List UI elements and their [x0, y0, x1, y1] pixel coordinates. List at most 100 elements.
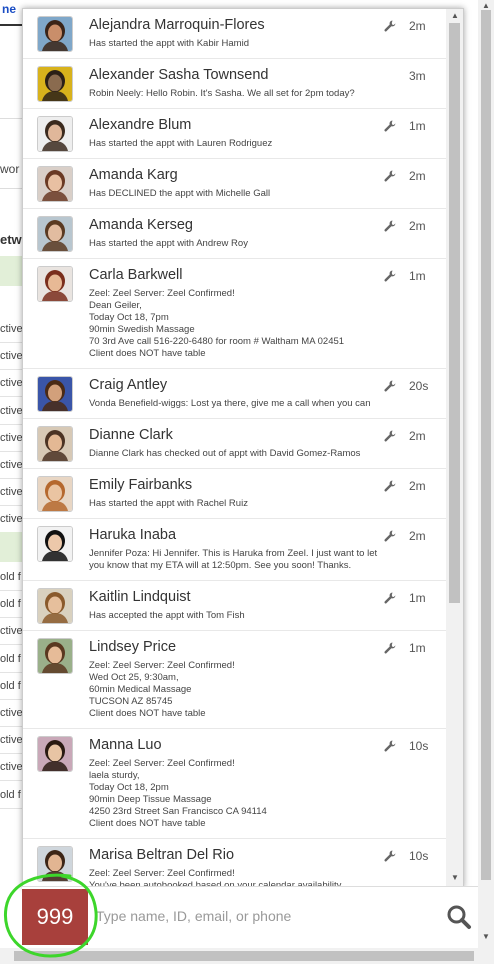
avatar[interactable]: [37, 846, 73, 882]
contact-name: Carla Barkwell: [89, 267, 183, 283]
search-icon[interactable]: [446, 904, 472, 930]
conversation-item[interactable]: Marisa Beltran Del Rio Zeel: Zeel Server:…: [23, 839, 447, 887]
conversation-item[interactable]: Alejandra Marroquin-Flores Has started th…: [23, 9, 447, 59]
background-table-row: ctive: [0, 700, 22, 727]
panel-scrollbar[interactable]: ▲ ▼: [446, 9, 463, 887]
message-line: Today Oct 18, 2pm: [89, 782, 169, 793]
conversation-item[interactable]: Haruka Inaba Jennifer Poza: Hi Jennifer. …: [23, 519, 447, 581]
background-row-status: old f: [0, 788, 21, 801]
conversation-item[interactable]: Lindsey Price Zeel: Zeel Server: Zeel Con…: [23, 631, 447, 729]
timestamp: 2m: [409, 529, 426, 543]
message-line: 70 3rd Ave call 516-220-6480 for room # …: [89, 336, 345, 347]
message-line: Zeel: Zeel Server: Zeel Confirmed!: [89, 288, 235, 299]
wrench-icon[interactable]: [383, 849, 397, 863]
scroll-up-arrow-icon[interactable]: ▲: [482, 1, 490, 10]
page-horizontal-scrollbar[interactable]: [0, 948, 494, 964]
avatar[interactable]: [37, 638, 73, 674]
wrench-icon[interactable]: [383, 429, 397, 443]
message-preview: Zeel: Zeel Server: Zeel Confirmed! Dean G…: [89, 288, 389, 360]
scroll-up-arrow-icon[interactable]: ▲: [451, 11, 459, 20]
timestamp: 2m: [409, 19, 426, 33]
background-link[interactable]: ne: [2, 2, 16, 16]
wrench-icon[interactable]: [383, 739, 397, 753]
scroll-down-arrow-icon[interactable]: ▼: [451, 873, 459, 882]
wrench-icon[interactable]: [383, 379, 397, 393]
message-line: Zeel: Zeel Server: Zeel Confirmed!: [89, 660, 235, 671]
background-table-row: ctive: [0, 479, 22, 507]
timestamp: 20s: [409, 379, 429, 393]
scrollbar-thumb[interactable]: [14, 951, 474, 961]
contact-name: Manna Luo: [89, 737, 162, 753]
background-table-row: ctive: [0, 754, 22, 782]
message-line: Client does NOT have table: [89, 708, 206, 719]
wrench-icon[interactable]: [383, 641, 397, 655]
avatar[interactable]: [37, 216, 73, 252]
message-preview: Has started the appt with Rachel Ruiz: [89, 498, 389, 510]
message-preview: Has started the appt with Kabir Hamid: [89, 38, 389, 50]
timestamp: 2m: [409, 479, 426, 493]
search-input[interactable]: [96, 901, 436, 931]
message-line: Has DECLINED the appt with Michelle Gall: [89, 188, 271, 199]
conversation-item[interactable]: Carla Barkwell Zeel: Zeel Server: Zeel Co…: [23, 259, 447, 369]
contact-name: Amanda Kerseg: [89, 217, 193, 233]
conversation-item[interactable]: Manna Luo Zeel: Zeel Server: Zeel Confirm…: [23, 729, 447, 839]
background-row-status: old f: [0, 598, 21, 611]
scrollbar-thumb[interactable]: [449, 23, 460, 603]
scrollbar-thumb[interactable]: [481, 10, 491, 880]
message-line: 60min Medical Massage: [89, 684, 192, 695]
wrench-icon[interactable]: [383, 529, 397, 543]
conversation-item[interactable]: Kaitlin Lindquist Has accepted the appt w…: [23, 581, 447, 631]
wrench-icon[interactable]: [383, 269, 397, 283]
background-table-row: ctive: [0, 370, 22, 398]
contact-name: Dianne Clark: [89, 427, 173, 443]
timestamp: 2m: [409, 429, 426, 443]
wrench-icon[interactable]: [383, 19, 397, 33]
conversation-item[interactable]: Emily Fairbanks Has started the appt with…: [23, 469, 447, 519]
timestamp: 10s: [409, 849, 429, 863]
scroll-down-arrow-icon[interactable]: ▼: [482, 932, 490, 941]
conversation-item[interactable]: Alexander Sasha Townsend Robin Neely: Hel…: [23, 59, 447, 109]
avatar[interactable]: [37, 166, 73, 202]
message-line: laela sturdy,: [89, 770, 140, 781]
background-table-row: ctive: [0, 316, 22, 343]
avatar[interactable]: [37, 526, 73, 562]
background-row-status: ctive: [0, 459, 22, 471]
conversation-item[interactable]: Dianne Clark Dianne Clark has checked out…: [23, 419, 447, 469]
contact-name: Alexandre Blum: [89, 117, 192, 133]
avatar[interactable]: [37, 376, 73, 412]
avatar[interactable]: [37, 66, 73, 102]
avatar[interactable]: [37, 426, 73, 462]
avatar[interactable]: [37, 16, 73, 52]
message-line: 90min Deep Tissue Massage: [89, 794, 212, 805]
wrench-icon[interactable]: [383, 479, 397, 493]
contact-name: Lindsey Price: [89, 639, 177, 655]
background-row-status: ctive: [0, 707, 22, 719]
conversation-item[interactable]: Amanda Karg Has DECLINED the appt with Mi…: [23, 159, 447, 209]
background-table-row: ctive: [0, 506, 22, 534]
page-vertical-scrollbar[interactable]: ▲ ▼: [478, 0, 494, 948]
conversation-item[interactable]: Craig Antley Vonda Benefield-wiggs: Lost …: [23, 369, 447, 419]
background-row-status: old f: [0, 571, 21, 583]
conversation-item[interactable]: Alexandre Blum Has started the appt with …: [23, 109, 447, 159]
conversation-item[interactable]: Amanda Kerseg Has started the appt with A…: [23, 209, 447, 259]
timestamp: 10s: [409, 739, 429, 753]
avatar[interactable]: [37, 266, 73, 302]
background-table-row: ctive: [0, 398, 22, 425]
wrench-icon[interactable]: [383, 591, 397, 605]
message-line: Client does NOT have table: [89, 818, 206, 829]
unread-count-badge[interactable]: 999: [22, 889, 88, 945]
timestamp: 2m: [409, 169, 426, 183]
wrench-icon[interactable]: [383, 169, 397, 183]
message-preview: Jennifer Poza: Hi Jennifer. This is Haru…: [89, 548, 389, 572]
timestamp: 1m: [409, 641, 426, 655]
avatar[interactable]: [37, 116, 73, 152]
avatar[interactable]: [37, 588, 73, 624]
background-row-status: ctive: [0, 625, 22, 638]
message-line: Zeel: Zeel Server: Zeel Confirmed!: [89, 758, 235, 769]
message-line: Has started the appt with Kabir Hamid: [89, 38, 249, 49]
wrench-icon[interactable]: [383, 119, 397, 133]
wrench-icon[interactable]: [383, 219, 397, 233]
avatar[interactable]: [37, 736, 73, 772]
avatar[interactable]: [37, 476, 73, 512]
background-table-row: ctive: [0, 727, 22, 755]
